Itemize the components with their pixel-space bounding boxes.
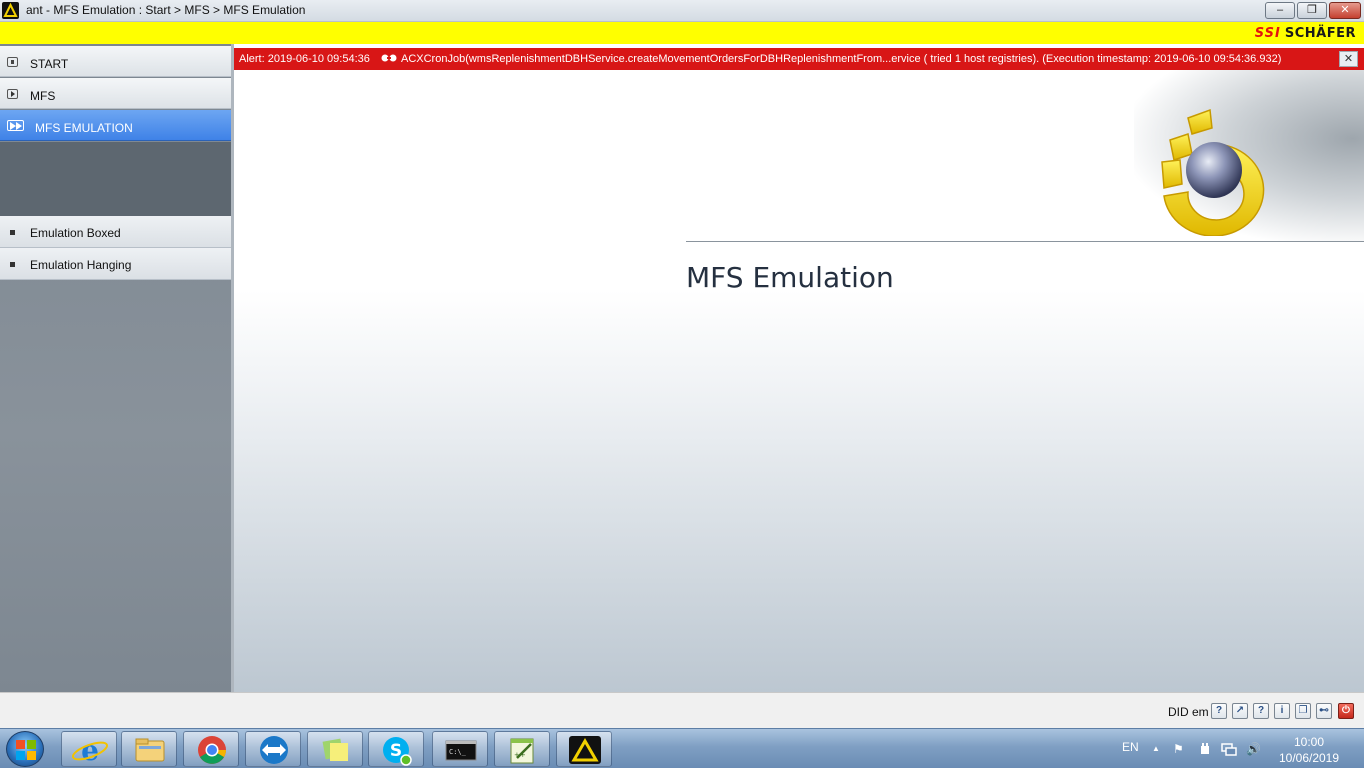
sidebar-subitem-label: Emulation Boxed: [30, 226, 121, 240]
bullet-icon: [10, 230, 15, 235]
close-button[interactable]: ✕: [1329, 2, 1361, 19]
brand-name: SCHÄFER: [1284, 25, 1356, 41]
sidebar-item-label: MFS: [30, 89, 56, 103]
alert-close-button[interactable]: ✕: [1339, 51, 1358, 67]
clock-date: 10/06/2019: [1278, 751, 1340, 765]
network-icon[interactable]: [1221, 742, 1237, 759]
restore-icon: ❐: [1307, 4, 1317, 16]
skype-icon: S: [383, 737, 412, 766]
ant-app-icon: [2, 2, 19, 19]
taskbar-notepad-plus-plus[interactable]: ++: [494, 731, 550, 767]
windows-logo-icon: [16, 740, 36, 760]
taskbar-chrome[interactable]: [183, 731, 239, 767]
language-indicator[interactable]: EN: [1122, 740, 1139, 754]
taskbar-sticky-notes[interactable]: [307, 731, 363, 767]
main-content: Alert: 2019-06-10 09:54:36 ACXCronJob(wm…: [234, 44, 1364, 692]
svg-text:e: e: [81, 734, 99, 767]
power-button[interactable]: ⏻: [1338, 703, 1354, 719]
sidebar-item-mfs[interactable]: MFS: [0, 78, 231, 109]
svg-text:++: ++: [514, 751, 526, 759]
power-plug-icon[interactable]: [1198, 742, 1212, 759]
start-button[interactable]: [6, 731, 44, 767]
page-title: MFS Emulation: [686, 261, 894, 294]
sidebar-item-start[interactable]: START: [0, 46, 231, 77]
taskbar-internet-explorer[interactable]: e: [61, 731, 117, 767]
internet-explorer-icon: e: [71, 734, 109, 767]
window-title-bar: ant - MFS Emulation : Start > MFS > MFS …: [0, 0, 1364, 22]
sidebar-item-mfs-emulation[interactable]: MFS EMULATION: [0, 110, 231, 141]
ssi-schafer-logo: SSI SCHÄFER: [1255, 25, 1356, 41]
show-hidden-icons-icon[interactable]: ▲: [1152, 744, 1160, 753]
windows-taskbar: e S C:\_ ++ EN ▲ ⚑ 🔊 10:00 10/06/2019: [0, 728, 1364, 768]
play-icon: [7, 89, 18, 99]
command-prompt-icon: C:\_: [445, 740, 477, 761]
clock-time: 10:00: [1293, 735, 1325, 749]
alert-icon: [381, 52, 397, 67]
action-center-flag-icon[interactable]: ⚑: [1173, 742, 1184, 756]
sidebar-spacer: [0, 142, 231, 216]
alert-label: Alert: 2019-06-10 09:54:36: [239, 53, 370, 65]
window-title: ant - MFS Emulation : Start > MFS > MFS …: [26, 3, 306, 17]
ant-app-icon: [569, 736, 601, 764]
square-dot-icon: [7, 57, 18, 67]
sidebar-subitem-label: Emulation Hanging: [30, 258, 132, 272]
company-3d-logo: [1161, 108, 1265, 236]
svg-text:C:\_: C:\_: [449, 748, 467, 756]
fast-forward-icon: [7, 120, 24, 131]
info-button[interactable]: i: [1274, 703, 1290, 719]
alert-banner: Alert: 2019-06-10 09:54:36 ACXCronJob(wm…: [234, 48, 1364, 70]
sidebar: START MFS MFS EMULATION Emulation Boxed …: [0, 44, 231, 692]
taskbar-file-explorer[interactable]: [121, 731, 177, 767]
taskbar-command-prompt[interactable]: C:\_: [432, 731, 488, 767]
status-bar: DID em ? ↗ ? i ❐ ⊷ ⏻: [0, 692, 1364, 728]
title-divider: [686, 241, 1364, 242]
clock[interactable]: 10:00 10/06/2019: [1278, 734, 1340, 766]
svg-text:S: S: [390, 741, 402, 761]
key-button[interactable]: ⊷: [1316, 703, 1332, 719]
sidebar-item-label: START: [30, 57, 69, 71]
taskbar-teamviewer[interactable]: [245, 731, 301, 767]
bullet-icon: [10, 262, 15, 267]
taskbar-ant-app[interactable]: [556, 731, 612, 767]
brand-ssi: SSI: [1254, 25, 1281, 41]
windows-button[interactable]: ❐: [1295, 703, 1311, 719]
context-help-button[interactable]: ?: [1253, 703, 1269, 719]
minimize-button[interactable]: ‒: [1265, 2, 1295, 19]
alert-message: ACXCronJob(wmsReplenishmentDBHService.cr…: [401, 53, 1282, 65]
folder-icon: [135, 738, 165, 762]
minimize-icon: ‒: [1276, 4, 1284, 16]
sticky-notes-icon: [322, 738, 348, 761]
notepad-plus-plus-icon: ++: [510, 738, 534, 764]
close-icon: ✕: [1340, 4, 1350, 16]
taskbar-skype[interactable]: S: [368, 731, 424, 767]
restore-button[interactable]: ❐: [1297, 2, 1327, 19]
volume-icon[interactable]: 🔊: [1246, 742, 1261, 756]
help-button[interactable]: ?: [1211, 703, 1227, 719]
sidebar-subitem-emulation-hanging[interactable]: Emulation Hanging: [0, 248, 231, 280]
brand-bar: SSI SCHÄFER: [0, 22, 1364, 44]
chrome-icon: [198, 736, 226, 764]
external-link-button[interactable]: ↗: [1232, 703, 1248, 719]
user-label: DID em: [1168, 705, 1209, 719]
teamviewer-icon: [260, 736, 288, 764]
sidebar-item-label: MFS EMULATION: [35, 121, 133, 135]
sidebar-subitem-emulation-boxed[interactable]: Emulation Boxed: [0, 216, 231, 248]
